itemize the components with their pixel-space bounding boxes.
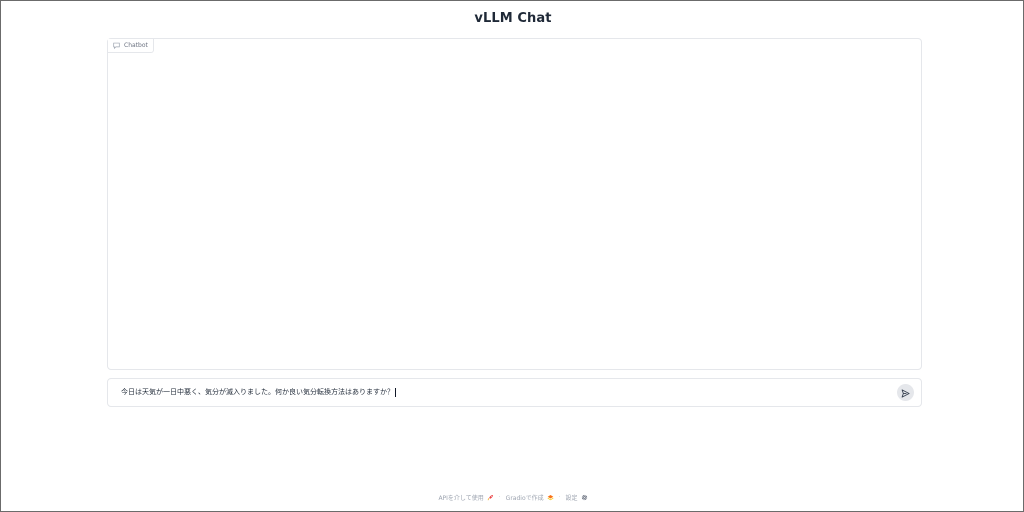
footer: APIを介して使用 · Gradioで作成 · 設定 bbox=[1, 493, 1024, 502]
chat-bubble-icon bbox=[113, 42, 120, 49]
send-button[interactable] bbox=[897, 384, 914, 401]
send-icon bbox=[901, 383, 910, 402]
message-input-box[interactable]: 今日は天気が一日中悪く、気分が滅入りました。何か良い気分転換方法はありますか？ bbox=[107, 378, 922, 407]
page-title: vLLM Chat bbox=[474, 11, 552, 26]
gear-icon bbox=[581, 494, 588, 501]
chatbot-panel: Chatbot bbox=[107, 38, 922, 370]
chatbot-label-text: Chatbot bbox=[124, 42, 148, 49]
settings-link-label: 設定 bbox=[565, 495, 578, 502]
gradio-link[interactable]: Gradioで作成 bbox=[506, 493, 554, 502]
text-caret bbox=[395, 387, 396, 397]
chatbot-label: Chatbot bbox=[108, 39, 154, 53]
rocket-icon bbox=[487, 494, 494, 501]
api-link[interactable]: APIを介して使用 bbox=[438, 493, 493, 502]
message-input-value: 今日は天気が一日中悪く、気分が滅入りました。何か良い気分転換方法はありますか？ bbox=[121, 388, 394, 396]
footer-separator: · bbox=[558, 494, 561, 501]
app-window: vLLM Chat Chatbot 今日は天気が一日中悪く、気分が滅入りました。… bbox=[0, 0, 1024, 512]
message-input[interactable]: 今日は天気が一日中悪く、気分が滅入りました。何か良い気分転換方法はありますか？ bbox=[121, 379, 396, 406]
footer-separator: · bbox=[498, 494, 501, 501]
gradio-link-label: Gradioで作成 bbox=[505, 495, 544, 502]
gradio-logo-icon bbox=[547, 494, 554, 501]
settings-link[interactable]: 設定 bbox=[566, 493, 588, 502]
api-link-label: APIを介して使用 bbox=[438, 495, 484, 502]
